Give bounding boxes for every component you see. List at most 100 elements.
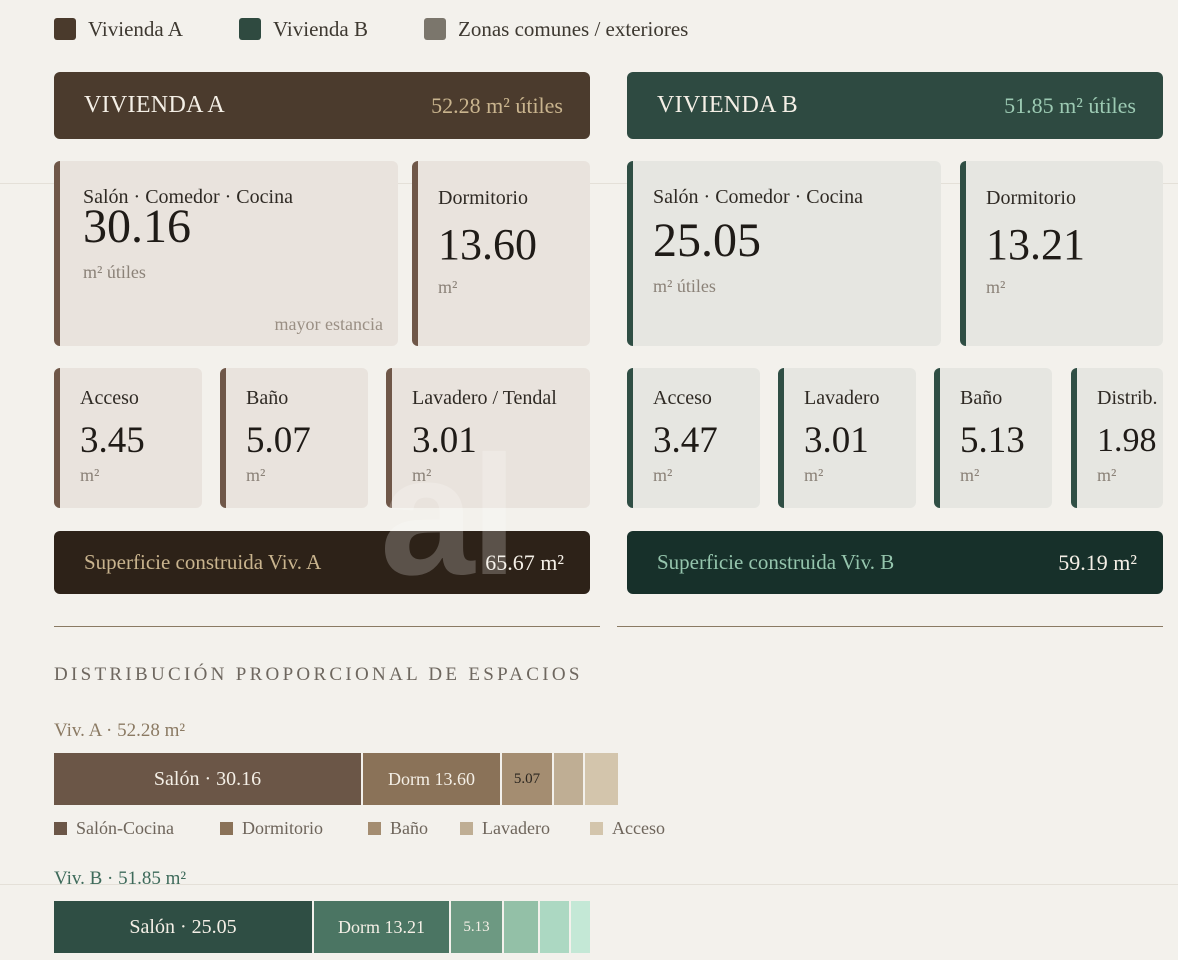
room-value: 3.47 — [653, 420, 718, 461]
legend-label: Vivienda B — [273, 16, 368, 41]
room-card-lavadero-b: Lavadero 3.01 m² — [778, 368, 916, 508]
room-unit: m² — [1097, 465, 1117, 485]
room-card-bano-b: Baño 5.13 m² — [934, 368, 1052, 508]
room-card-acceso-b: Acceso 3.47 m² — [627, 368, 760, 508]
room-value: 5.13 — [960, 420, 1025, 461]
bar-segment — [540, 901, 569, 953]
bar-segment — [571, 901, 590, 953]
legend-label: Zonas comunes / exteriores — [458, 16, 689, 41]
room-card-dormitorio-a: Dormitorio 13.60 m² — [412, 161, 590, 346]
vivienda-a-title: VIVIENDA A — [84, 92, 225, 118]
room-name: Dormitorio — [986, 187, 1076, 209]
legend-swatch — [424, 18, 446, 40]
legend-zonas-comunes: Zonas comunes / exteriores — [424, 16, 688, 42]
legend-swatch — [54, 821, 67, 835]
card-accent-bar — [627, 368, 633, 508]
total-label: Superficie construida Viv. A — [84, 550, 322, 574]
room-card-acceso-a: Acceso 3.45 m² — [54, 368, 202, 508]
room-name: Baño — [960, 387, 1003, 409]
bar-segment: Salón · 30.16 — [54, 753, 361, 805]
bar-segment-label: 5.07 — [513, 770, 541, 787]
room-card-salon-b: Salón · Comedor · Cocina 25.05 m² útiles — [627, 161, 941, 346]
room-value: 5.07 — [246, 420, 311, 461]
room-value: 13.21 — [986, 220, 1085, 269]
vivienda-b-area: 51.85 m² útiles — [1004, 92, 1136, 118]
card-accent-bar — [220, 368, 226, 508]
card-accent-bar — [627, 161, 633, 346]
bar-segment: Dorm 13.21 — [314, 901, 449, 953]
card-accent-bar — [54, 368, 60, 508]
card-accent-bar — [960, 161, 966, 346]
room-card-bano-a: Baño 5.07 m² — [220, 368, 368, 508]
bar-segment — [504, 901, 538, 953]
card-accent-bar — [386, 368, 392, 508]
room-value: 3.01 — [412, 420, 477, 461]
room-value: 30.16 — [83, 200, 191, 253]
room-unit: m² — [246, 465, 266, 485]
room-note: mayor estancia — [274, 314, 383, 334]
room-unit: m² — [960, 465, 980, 485]
legend-label: Acceso — [612, 817, 665, 838]
legend-swatch — [460, 821, 473, 835]
card-accent-bar — [54, 161, 60, 346]
legend-bano: Baño — [368, 818, 428, 838]
legend-label: Salón-Cocina — [76, 817, 174, 838]
legend-salon-cocina: Salón-Cocina — [54, 818, 174, 838]
card-accent-bar — [1071, 368, 1077, 508]
room-name: Distrib. — [1097, 387, 1158, 409]
card-accent-bar — [934, 368, 940, 508]
room-name: Salón · Comedor · Cocina — [653, 186, 863, 208]
room-card-salon-a: Salón · Comedor · Cocina 30.16 m² útiles… — [54, 161, 398, 346]
legend-swatch — [54, 18, 76, 40]
room-value: 1.98 — [1097, 422, 1157, 459]
row-label-a: Viv. A · 52.28 m² — [54, 720, 186, 741]
section-title: DISTRIBUCIÓN PROPORCIONAL DE ESPACIOS — [54, 664, 583, 685]
room-value: 3.01 — [804, 420, 869, 461]
vivienda-a-area: 52.28 m² útiles — [431, 92, 563, 118]
room-name: Acceso — [80, 387, 139, 409]
room-value: 3.45 — [80, 420, 145, 461]
bar-segment: Dorm 13.60 — [363, 753, 500, 805]
card-accent-bar — [412, 161, 418, 346]
room-name: Dormitorio — [438, 187, 528, 209]
bar-segment-label: Salón · 25.05 — [129, 915, 237, 938]
room-unit: m² — [412, 465, 432, 485]
room-name: Acceso — [653, 387, 712, 409]
room-card-dormitorio-b: Dormitorio 13.21 m² — [960, 161, 1163, 346]
card-accent-bar — [778, 368, 784, 508]
room-name: Lavadero / Tendal — [412, 387, 557, 409]
legend-swatch — [368, 821, 381, 835]
total-value: 59.19 m² — [1058, 549, 1137, 575]
legend-swatch — [220, 821, 233, 835]
divider-left — [54, 626, 600, 627]
legend-label: Baño — [390, 817, 428, 838]
divider-right — [617, 626, 1163, 627]
legend-dormitorio: Dormitorio — [220, 818, 323, 838]
room-value: 25.05 — [653, 214, 761, 267]
bar-segment-label: Dorm 13.60 — [388, 768, 475, 789]
bar-segment — [554, 753, 583, 805]
legend-label: Dormitorio — [242, 817, 323, 838]
room-unit: m² — [80, 465, 100, 485]
bar-segment-label: 5.13 — [463, 918, 490, 935]
room-unit: m² — [438, 277, 458, 297]
room-unit: m² útiles — [83, 262, 146, 282]
bar-segment — [585, 753, 618, 805]
legend-acceso: Acceso — [590, 818, 665, 838]
legend-swatch — [239, 18, 261, 40]
room-name: Lavadero — [804, 387, 880, 409]
bar-segment-label: Salón · 30.16 — [153, 767, 262, 790]
vivienda-b-title: VIVIENDA B — [657, 92, 798, 118]
legend-label: Lavadero — [482, 817, 550, 838]
bar-segment: 5.13 — [451, 901, 502, 953]
row-label-b: Viv. B · 51.85 m² — [54, 868, 187, 889]
legend-lavadero: Lavadero — [460, 818, 550, 838]
bar-segment: 5.07 — [502, 753, 552, 805]
vivienda-a-header: VIVIENDA A 52.28 m² útiles — [54, 72, 590, 139]
legend-label: Vivienda A — [88, 16, 183, 41]
total-vivienda-b: Superficie construida Viv. B 59.19 m² — [627, 531, 1163, 594]
legend-vivienda-a: Vivienda A — [54, 16, 183, 42]
room-unit: m² útiles — [653, 276, 716, 296]
room-card-lavadero-a: Lavadero / Tendal 3.01 m² — [386, 368, 590, 508]
total-vivienda-a: Superficie construida Viv. A 65.67 m² — [54, 531, 590, 594]
